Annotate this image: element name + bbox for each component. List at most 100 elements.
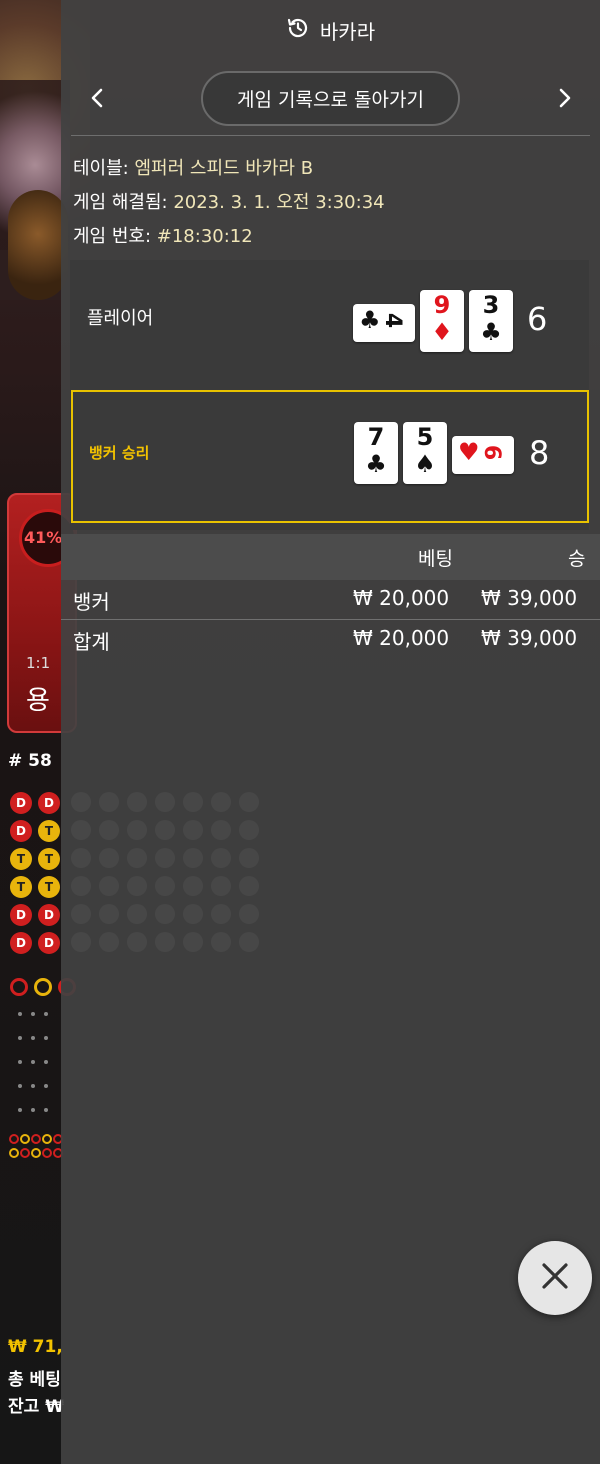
- ghost-cell: [99, 876, 119, 896]
- ghost-cell: [155, 792, 175, 812]
- ghost-cell: [71, 848, 91, 868]
- card-rank: 3: [482, 291, 500, 319]
- round-number: # 58: [8, 751, 52, 771]
- total-bet-label: 총 베팅: [8, 1370, 61, 1390]
- ghost-cell: [183, 820, 203, 840]
- road-dot: [44, 1084, 48, 1088]
- total-win-amount: ₩ 71,: [8, 1337, 63, 1357]
- total-label: 합계: [73, 630, 110, 654]
- bead-road-cell: D: [10, 932, 32, 954]
- card-rank: 9: [433, 291, 451, 319]
- table-label: 테이블:: [73, 158, 129, 179]
- mini-road-cell: [9, 1148, 19, 1158]
- back-to-history-button[interactable]: 게임 기록으로 돌아가기: [201, 71, 460, 126]
- road-dot: [31, 1036, 35, 1040]
- ghost-cell: [71, 904, 91, 924]
- road-dot: [18, 1036, 22, 1040]
- history-icon: [286, 16, 310, 44]
- balance-label: 잔고 ₩: [8, 1397, 64, 1417]
- ghost-cell: [71, 820, 91, 840]
- ghost-cell: [127, 876, 147, 896]
- playing-card: 7 ♣: [354, 422, 398, 484]
- total-win-amount: ₩ 39,000: [481, 626, 578, 650]
- win-column-header: 승: [568, 548, 586, 570]
- ghost-cell: [127, 792, 147, 812]
- ghost-cell: [155, 904, 175, 924]
- vase-artwork: [8, 190, 68, 300]
- win-amount: ₩ 39,000: [481, 586, 578, 610]
- panel-header: 바카라: [61, 0, 600, 60]
- playing-card: 3 ♣: [469, 290, 513, 352]
- player-score: 6: [527, 300, 548, 338]
- ghost-cell: [99, 848, 119, 868]
- bet-payout-ratio: 1:1: [26, 654, 51, 672]
- card-rank: 7: [367, 423, 385, 451]
- total-row: 합계 ₩ 20,000 ₩ 39,000: [61, 620, 600, 660]
- ghost-cell: [99, 932, 119, 952]
- card-rank: 4: [380, 312, 406, 329]
- bead-road-cell: D: [38, 792, 60, 814]
- total-bet-amount: ₩ 20,000: [353, 626, 450, 650]
- road-dot: [31, 1060, 35, 1064]
- ghost-cell: [71, 876, 91, 896]
- ghost-cell: [239, 904, 259, 924]
- bet-percentage: 41%: [24, 528, 63, 547]
- banker-win-label: 뱅커 승리: [89, 444, 150, 462]
- ghost-cell: [211, 792, 231, 812]
- ghost-cell: [239, 876, 259, 896]
- chevron-right-icon[interactable]: [551, 84, 579, 112]
- close-button[interactable]: [518, 1241, 592, 1315]
- ghost-cell: [155, 932, 175, 952]
- road-dot: [18, 1060, 22, 1064]
- ghost-cell: [155, 876, 175, 896]
- ghost-cell: [71, 932, 91, 952]
- road-dot: [18, 1012, 22, 1016]
- panel-title: 바카라: [319, 19, 376, 44]
- banker-hand: 뱅커 승리 7 ♣ 5 ♠ ♥ 6 8: [71, 390, 589, 523]
- ghost-cell: [239, 848, 259, 868]
- bead-road-cell: T: [10, 848, 32, 870]
- game-number-label: 게임 번호:: [73, 226, 152, 247]
- ghost-cell: [71, 792, 91, 812]
- mini-road-cell: [20, 1148, 30, 1158]
- close-icon: [540, 1261, 570, 1295]
- divider: [71, 135, 590, 136]
- chevron-left-icon[interactable]: [83, 84, 111, 112]
- resolved-value: 2023. 3. 1. 오전 3:30:34: [173, 192, 385, 213]
- road-dot: [44, 1060, 48, 1064]
- hands-result: 플레이어 ♣ 4 9 ♦ 3 ♣ 6 뱅커 승리 7 ♣ 5 ♠ ♥ 6 8: [70, 260, 589, 530]
- banker-score: 8: [529, 434, 550, 472]
- playing-card: ♣ 4: [353, 304, 415, 342]
- ghost-cell: [99, 792, 119, 812]
- ghost-cell: [183, 932, 203, 952]
- playing-card: ♥ 6: [452, 436, 514, 474]
- bead-road-cell: T: [38, 820, 60, 842]
- bead-road-cell: T: [38, 848, 60, 870]
- ghost-cell: [239, 820, 259, 840]
- road-dot: [31, 1012, 35, 1016]
- card-suit: ♣: [359, 306, 381, 334]
- bet-column-header: 베팅: [418, 548, 453, 570]
- road-dot: [44, 1012, 48, 1016]
- bead-road-cell: D: [10, 904, 32, 926]
- bead-road-cell: D: [38, 932, 60, 954]
- mini-road-cell: [42, 1148, 52, 1158]
- mini-road-cell: [31, 1148, 41, 1158]
- card-suit: ♣: [480, 318, 502, 346]
- big-road-cell: [10, 978, 28, 996]
- card-suit: ♥: [458, 438, 480, 466]
- playing-card: 9 ♦: [420, 290, 464, 352]
- big-road-cell: [34, 978, 52, 996]
- resolved-label: 게임 해결됨:: [73, 192, 168, 213]
- road-dot: [18, 1108, 22, 1112]
- mini-road-cell: [42, 1134, 52, 1144]
- card-rank: 5: [416, 423, 434, 451]
- bead-road-cell: T: [10, 876, 32, 898]
- mini-road-cell: [31, 1134, 41, 1144]
- resolved-info: 게임 해결됨: 2023. 3. 1. 오전 3:30:34: [73, 188, 385, 214]
- ghost-cell: [183, 848, 203, 868]
- ghost-cell: [211, 820, 231, 840]
- ghost-cell: [211, 876, 231, 896]
- bead-road-cell: D: [38, 904, 60, 926]
- ghost-cell: [127, 848, 147, 868]
